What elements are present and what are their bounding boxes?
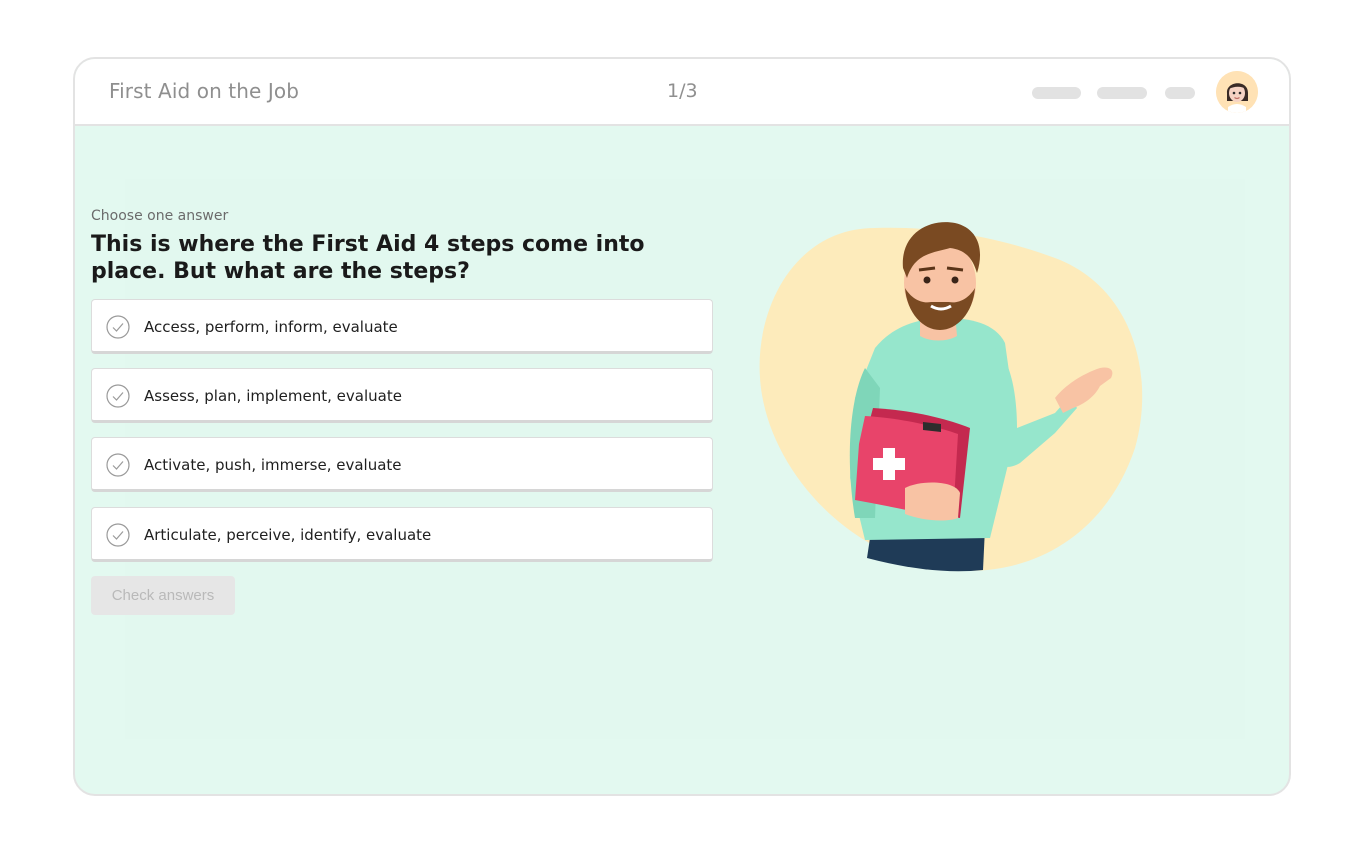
nav-placeholder-1[interactable] bbox=[1032, 87, 1081, 99]
first-aider-illustration bbox=[759, 222, 1143, 572]
answer-option-label: Activate, push, immerse, evaluate bbox=[144, 456, 402, 474]
answer-option[interactable]: Access, perform, inform, evaluate bbox=[91, 299, 713, 354]
answer-option[interactable]: Articulate, perceive, identify, evaluate bbox=[91, 507, 713, 562]
check-circle-icon bbox=[106, 384, 130, 408]
answer-option[interactable]: Assess, plan, implement, evaluate bbox=[91, 368, 713, 423]
nav-placeholder-3[interactable] bbox=[1165, 87, 1195, 99]
answer-option-label: Access, perform, inform, evaluate bbox=[144, 318, 398, 336]
check-circle-icon bbox=[106, 523, 130, 547]
answer-option-label: Assess, plan, implement, evaluate bbox=[144, 387, 402, 405]
course-title: First Aid on the Job bbox=[109, 79, 300, 103]
progress-counter: 1/3 bbox=[667, 80, 698, 102]
question-title: This is where the First Aid 4 steps come… bbox=[91, 232, 645, 284]
user-avatar-icon[interactable] bbox=[1216, 71, 1258, 113]
answer-hint: Choose one answer bbox=[91, 208, 229, 224]
check-circle-icon bbox=[106, 315, 130, 339]
answer-option[interactable]: Activate, push, immerse, evaluate bbox=[91, 437, 713, 492]
nav-placeholder-2[interactable] bbox=[1097, 87, 1147, 99]
answer-option-label: Articulate, perceive, identify, evaluate bbox=[144, 526, 432, 544]
check-circle-icon bbox=[106, 453, 130, 477]
check-answers-button[interactable]: Check answers bbox=[91, 576, 235, 615]
top-bar: First Aid on the Job 1/3 bbox=[75, 59, 1289, 126]
